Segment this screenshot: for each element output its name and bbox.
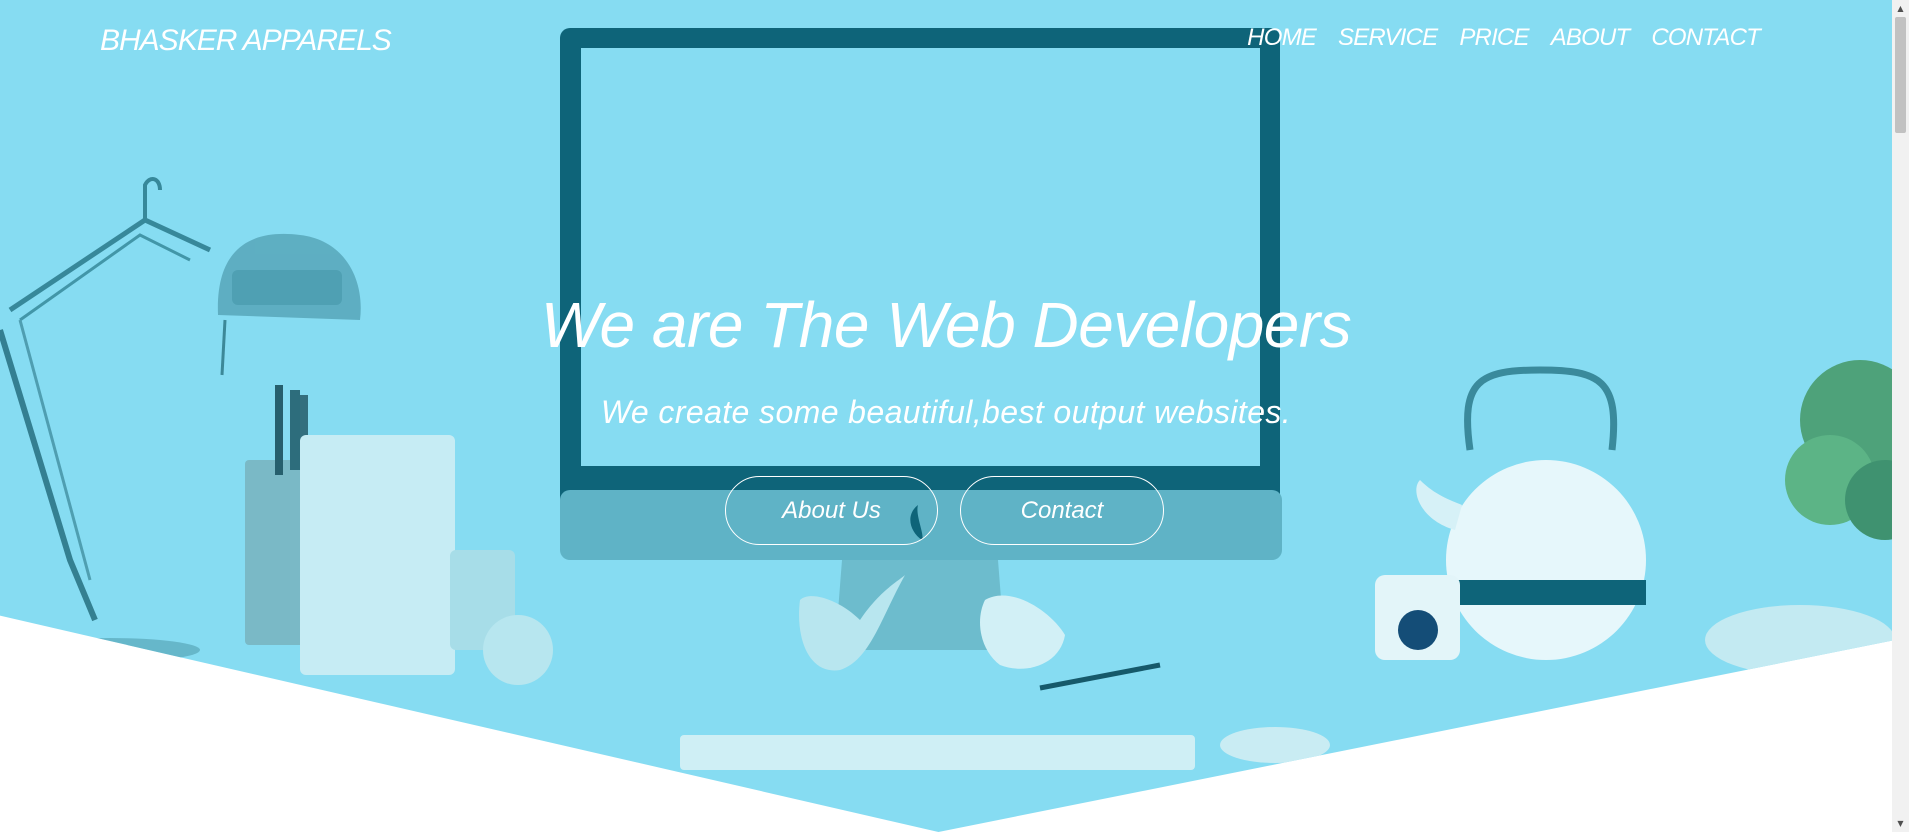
hero-subtitle: We create some beautiful,best output web… — [600, 394, 1292, 430]
nav-about[interactable]: ABOUT — [1551, 24, 1630, 52]
scroll-down-icon[interactable]: ▼ — [1892, 815, 1909, 832]
scroll-up-icon[interactable]: ▲ — [1892, 0, 1909, 17]
nav-service[interactable]: SERVICE — [1338, 24, 1438, 52]
vertical-scrollbar[interactable]: ▲ ▼ — [1892, 0, 1909, 832]
hero-section: BHASKER APPARELS HOME SERVICE PRICE ABOU… — [0, 0, 1892, 832]
main-nav: HOME SERVICE PRICE ABOUT CONTACT — [1247, 24, 1761, 52]
page: BHASKER APPARELS HOME SERVICE PRICE ABOU… — [0, 0, 1909, 832]
hero-title: We are The Web Developers — [540, 289, 1352, 361]
nav-price[interactable]: PRICE — [1459, 24, 1529, 52]
brand-logo[interactable]: BHASKER APPARELS — [100, 24, 392, 58]
about-us-button[interactable]: About Us — [725, 476, 938, 545]
nav-contact[interactable]: CONTACT — [1651, 24, 1760, 52]
contact-button[interactable]: Contact — [960, 476, 1164, 545]
nav-home[interactable]: HOME — [1247, 24, 1317, 52]
scrollbar-thumb[interactable] — [1895, 17, 1906, 133]
desk-items — [680, 575, 1330, 770]
